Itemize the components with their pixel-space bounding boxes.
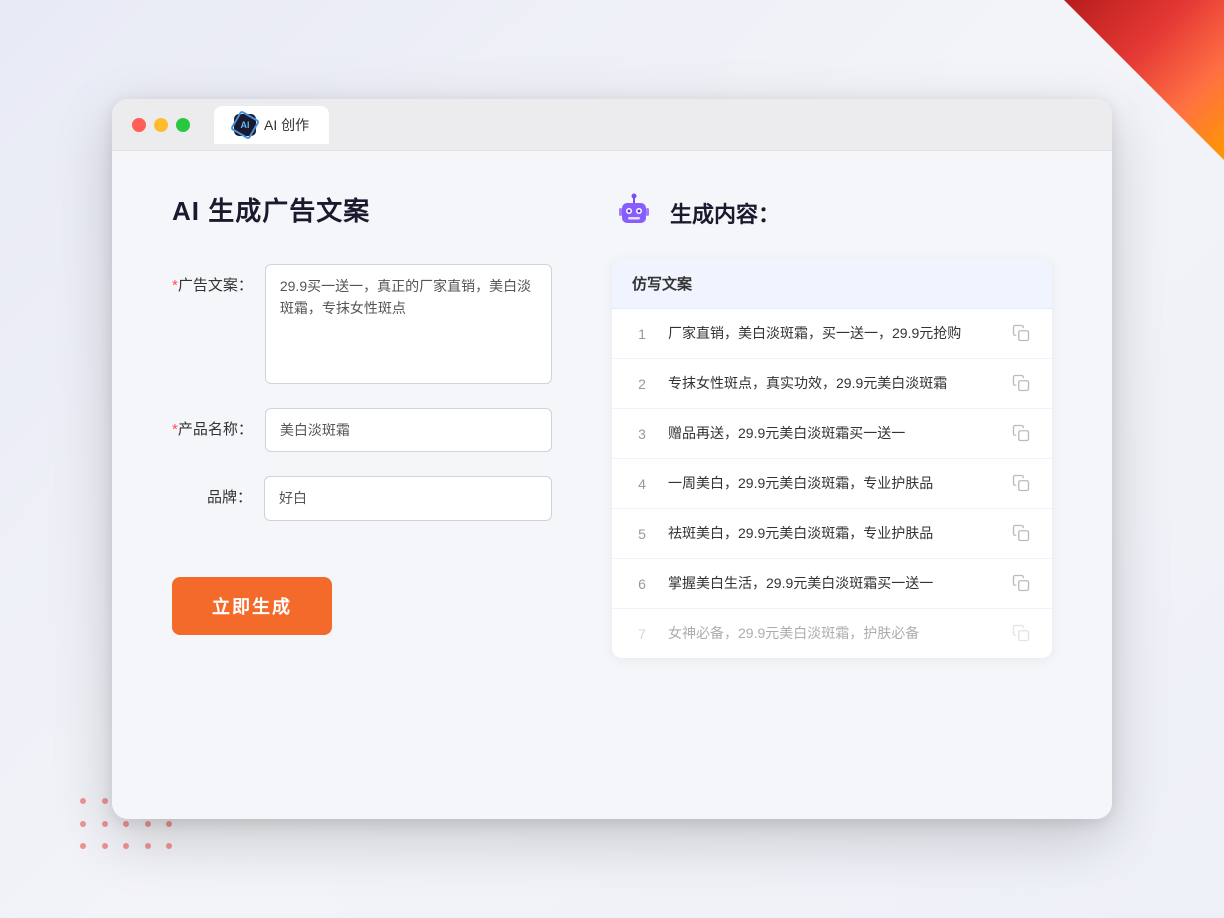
ad-copy-group: *广告文案： <box>172 264 552 384</box>
result-item: 5 祛斑美白，29.9元美白淡斑霜，专业护肤品 <box>612 509 1052 559</box>
result-number: 5 <box>632 526 652 542</box>
product-name-label: *产品名称： <box>172 408 253 439</box>
result-item: 3 赠品再送，29.9元美白淡斑霜买一送一 <box>612 409 1052 459</box>
result-text: 一周美白，29.9元美白淡斑霜，专业护肤品 <box>668 473 996 494</box>
title-bar: AI AI 创作 <box>112 99 1112 151</box>
copy-icon[interactable] <box>1012 474 1032 494</box>
brand-input[interactable] <box>264 476 552 520</box>
browser-window: AI AI 创作 AI 生成广告文案 *广告文案： *产品名称： <box>112 99 1112 819</box>
results-header: 仿写文案 <box>612 259 1052 309</box>
right-header: 生成内容： <box>612 191 1052 235</box>
close-button[interactable] <box>132 118 146 132</box>
brand-label: 品牌： <box>172 476 252 507</box>
product-name-input[interactable] <box>265 408 552 452</box>
result-number: 2 <box>632 376 652 392</box>
result-text: 厂家直销，美白淡斑霜，买一送一，29.9元抢购 <box>668 323 996 344</box>
copy-icon[interactable] <box>1012 574 1032 594</box>
minimize-button[interactable] <box>154 118 168 132</box>
copy-icon[interactable] <box>1012 374 1032 394</box>
result-item: 6 掌握美白生活，29.9元美白淡斑霜买一送一 <box>612 559 1052 609</box>
result-text: 祛斑美白，29.9元美白淡斑霜，专业护肤品 <box>668 523 996 544</box>
product-name-group: *产品名称： <box>172 408 552 452</box>
right-title: 生成内容： <box>670 197 780 229</box>
ad-copy-textarea[interactable] <box>265 264 552 384</box>
result-item: 7 女神必备，29.9元美白淡斑霜，护肤必备 <box>612 609 1052 658</box>
result-item: 1 厂家直销，美白淡斑霜，买一送一，29.9元抢购 <box>612 309 1052 359</box>
window-controls <box>132 118 190 132</box>
copy-icon[interactable] <box>1012 524 1032 544</box>
result-item: 4 一周美白，29.9元美白淡斑霜，专业护肤品 <box>612 459 1052 509</box>
ai-creation-tab[interactable]: AI AI 创作 <box>214 106 329 144</box>
brand-group: 品牌： <box>172 476 552 520</box>
result-text: 女神必备，29.9元美白淡斑霜，护肤必备 <box>668 623 996 644</box>
result-text: 掌握美白生活，29.9元美白淡斑霜买一送一 <box>668 573 996 594</box>
copy-icon[interactable] <box>1012 624 1032 644</box>
left-panel: AI 生成广告文案 *广告文案： *产品名称： 品牌： 立 <box>172 191 552 779</box>
result-item: 2 专抹女性斑点，真实功效，29.9元美白淡斑霜 <box>612 359 1052 409</box>
tab-label: AI 创作 <box>264 115 309 135</box>
maximize-button[interactable] <box>176 118 190 132</box>
result-number: 4 <box>632 476 652 492</box>
tab-icon: AI <box>234 114 256 136</box>
copy-icon[interactable] <box>1012 424 1032 444</box>
results-container: 仿写文案 1 厂家直销，美白淡斑霜，买一送一，29.9元抢购 2 专抹女性斑点，… <box>612 259 1052 658</box>
result-number: 6 <box>632 576 652 592</box>
result-text: 赠品再送，29.9元美白淡斑霜买一送一 <box>668 423 996 444</box>
page-title: AI 生成广告文案 <box>172 191 552 228</box>
result-number: 3 <box>632 426 652 442</box>
content-area: AI 生成广告文案 *广告文案： *产品名称： 品牌： 立 <box>112 151 1112 819</box>
result-number: 7 <box>632 626 652 642</box>
ad-copy-label: *广告文案： <box>172 264 253 295</box>
robot-icon <box>612 191 656 235</box>
result-number: 1 <box>632 326 652 342</box>
right-panel: 生成内容： 仿写文案 1 厂家直销，美白淡斑霜，买一送一，29.9元抢购 2 专… <box>612 191 1052 779</box>
copy-icon[interactable] <box>1012 324 1032 344</box>
result-text: 专抹女性斑点，真实功效，29.9元美白淡斑霜 <box>668 373 996 394</box>
results-list: 1 厂家直销，美白淡斑霜，买一送一，29.9元抢购 2 专抹女性斑点，真实功效，… <box>612 309 1052 658</box>
generate-button[interactable]: 立即生成 <box>172 577 332 635</box>
